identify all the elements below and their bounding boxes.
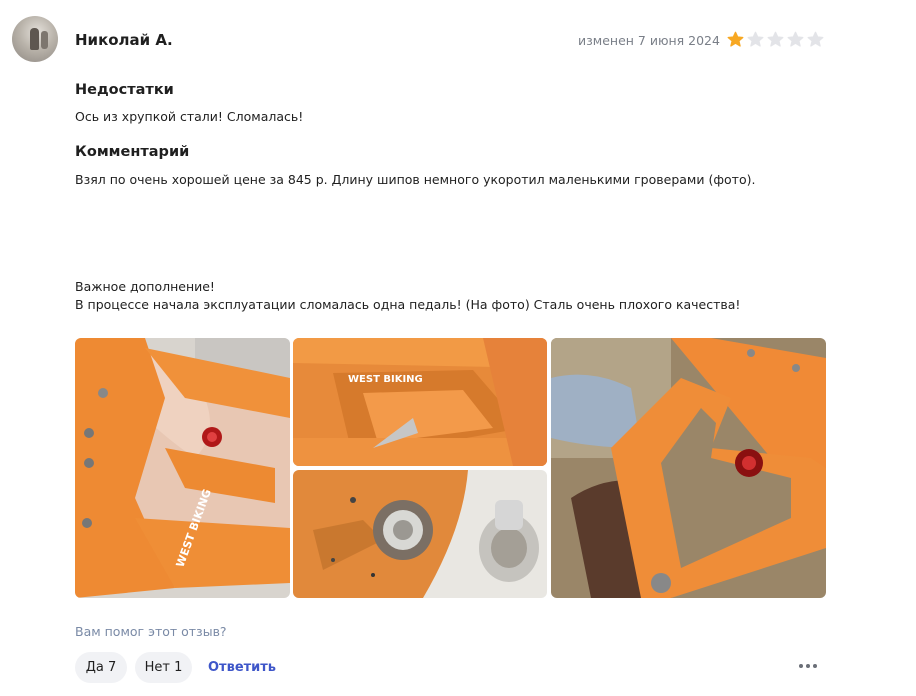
review-photo-4[interactable] bbox=[551, 338, 826, 598]
star-filled-icon bbox=[727, 31, 744, 48]
star-empty-icon bbox=[767, 31, 784, 48]
helpful-no-button[interactable]: Нет 1 bbox=[135, 652, 192, 683]
photo-2-brand-label: WEST BIKING bbox=[348, 374, 423, 385]
cons-title: Недостатки bbox=[75, 82, 174, 98]
review-photo-3[interactable] bbox=[293, 470, 547, 598]
author-name[interactable]: Николай А. bbox=[75, 31, 173, 49]
star-empty-icon bbox=[747, 31, 764, 48]
comment-title: Комментарий bbox=[75, 144, 190, 160]
star-empty-icon bbox=[807, 31, 824, 48]
addition-line-2: В процессе начала эксплуатации сломалась… bbox=[75, 297, 741, 312]
review-photo-1[interactable]: WEST BIKING bbox=[75, 338, 290, 598]
review-photo-2[interactable]: WEST BIKING bbox=[293, 338, 547, 466]
comment-text: Взял по очень хорошей цене за 845 р. Дли… bbox=[75, 172, 756, 187]
cons-text: Ось из хрупкой стали! Сломалась! bbox=[75, 109, 304, 124]
edited-date: изменен 7 июня 2024 bbox=[578, 33, 720, 48]
helpful-yes-button[interactable]: Да 7 bbox=[75, 652, 127, 683]
reply-link[interactable]: Ответить bbox=[208, 660, 276, 675]
rating-stars bbox=[727, 31, 824, 48]
star-empty-icon bbox=[787, 31, 804, 48]
author-avatar[interactable] bbox=[12, 16, 58, 62]
more-dots-icon[interactable] bbox=[799, 664, 817, 668]
helpful-question: Вам помог этот отзыв? bbox=[75, 624, 227, 639]
addition-line-1: Важное дополнение! bbox=[75, 279, 215, 294]
